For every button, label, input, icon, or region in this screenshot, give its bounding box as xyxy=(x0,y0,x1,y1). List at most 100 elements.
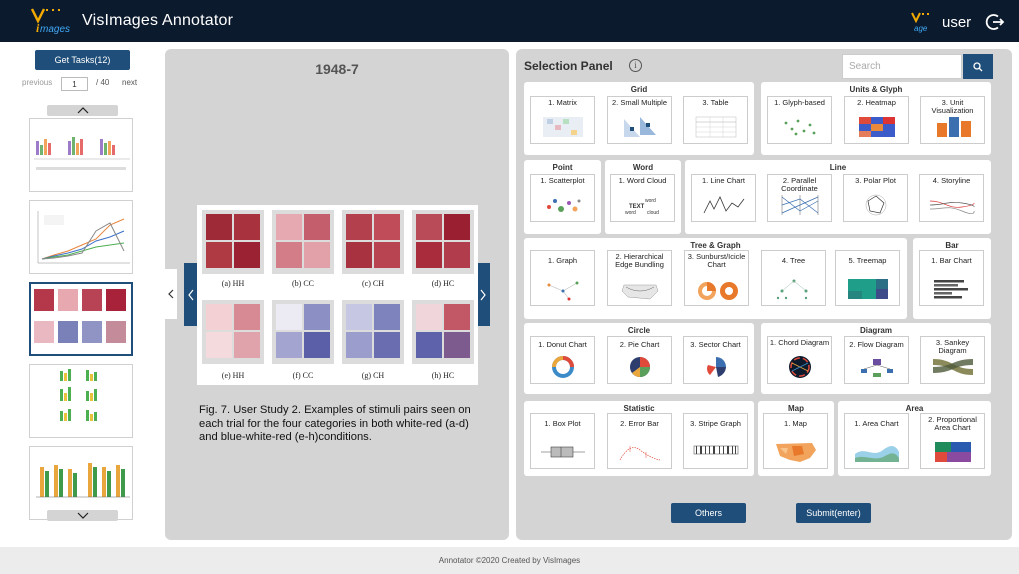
app-title: VisImages Annotator xyxy=(82,12,234,29)
parallel-coordinate-icon xyxy=(781,195,819,215)
stimulus-e xyxy=(202,300,264,364)
card-flow-diagram[interactable]: 2. Flow Diagram xyxy=(844,336,909,384)
card-box-plot[interactable]: 1. Box Plot xyxy=(530,413,595,469)
card-stripe-graph[interactable]: 3. Stripe Graph xyxy=(683,413,748,469)
panel-title: Selection Panel xyxy=(524,59,613,73)
card-chord-diagram[interactable]: 1. Chord Diagram xyxy=(767,336,832,384)
card-tree[interactable]: 4. Tree xyxy=(761,250,826,306)
card-label: 3. Unit Visualization xyxy=(931,98,974,115)
card-label: 5. Treemap xyxy=(848,256,887,265)
graph-icon xyxy=(547,281,579,301)
tree-icon xyxy=(776,279,808,300)
edge-bundling-icon xyxy=(621,284,659,300)
group-area: Area 1. Area Chart 2. Proportional Area … xyxy=(838,401,991,476)
card-label: 2. Hierarchical Edge Bundling xyxy=(615,252,664,269)
group-units-glyph: Units & Glyph 1. Glyph-based 2. Heatmap … xyxy=(761,82,991,155)
card-map[interactable]: 1. Map xyxy=(763,413,828,469)
prev-image-button[interactable] xyxy=(184,263,198,326)
card-label: 1. Glyph-based xyxy=(774,98,825,107)
info-icon[interactable]: i xyxy=(629,59,642,72)
card-parallel-coordinate[interactable]: 2. Parallel Coordinate xyxy=(767,174,832,222)
label-d: (d) HC xyxy=(431,279,455,288)
card-table[interactable]: 3. Table xyxy=(683,96,748,144)
group-title: Tree & Graph xyxy=(690,241,741,250)
group-title: Map xyxy=(788,404,804,413)
group-title: Point xyxy=(552,163,573,172)
map-icon xyxy=(776,443,816,462)
group-point: Point 1. Scatterplot xyxy=(524,160,601,234)
search-button[interactable] xyxy=(963,54,993,79)
bar-chart-icon xyxy=(934,280,968,299)
get-tasks-button[interactable]: Get Tasks(12) xyxy=(35,50,130,70)
card-unit-visualization[interactable]: 3. Unit Visualization xyxy=(920,96,985,144)
collapse-sidebar-button[interactable] xyxy=(165,269,177,319)
thumbnail-3-selected[interactable] xyxy=(29,282,133,356)
card-heatmap[interactable]: 2. Heatmap xyxy=(844,96,909,144)
chord-diagram-icon xyxy=(789,356,811,378)
next-link[interactable]: next xyxy=(122,78,137,87)
card-label: 1. Donut Chart xyxy=(538,340,587,349)
card-small-multiple[interactable]: 2. Small Multiple xyxy=(607,96,672,144)
search-input[interactable] xyxy=(842,54,962,79)
card-proportional-area-chart[interactable]: 2. Proportional Area Chart xyxy=(920,413,985,469)
card-donut-chart[interactable]: 1. Donut Chart xyxy=(530,336,595,384)
card-treemap[interactable]: 5. Treemap xyxy=(835,250,900,306)
card-label: 1. Matrix xyxy=(548,98,577,107)
card-error-bar[interactable]: 2. Error Bar xyxy=(607,413,672,469)
others-button[interactable]: Others xyxy=(671,503,746,523)
card-sector-chart[interactable]: 3. Sector Chart xyxy=(683,336,748,384)
card-label: 3. Table xyxy=(702,98,729,107)
card-area-chart[interactable]: 1. Area Chart xyxy=(844,413,909,469)
scroll-up-button[interactable] xyxy=(47,105,118,116)
card-glyph-based[interactable]: 1. Glyph-based xyxy=(767,96,832,144)
card-label: 3. Sector Chart xyxy=(690,340,741,349)
sector-chart-icon xyxy=(707,357,726,377)
pie-chart-icon xyxy=(630,357,650,377)
card-line-chart[interactable]: 1. Line Chart xyxy=(691,174,756,222)
card-label: 2. Flow Diagram xyxy=(849,340,904,349)
stripe-graph-icon xyxy=(693,445,739,455)
card-label: 1. Graph xyxy=(547,256,578,265)
card-pie-chart[interactable]: 2. Pie Chart xyxy=(607,336,672,384)
previous-link[interactable]: previous xyxy=(22,78,52,87)
label-a: (a) HH xyxy=(221,279,245,288)
card-label: 2. Proportional Area Chart xyxy=(928,415,977,432)
thumbnail-5[interactable] xyxy=(29,446,133,520)
group-title: Word xyxy=(632,163,654,172)
proportional-area-icon xyxy=(935,442,971,462)
card-hierarchical-edge-bundling[interactable]: 2. Hierarchical Edge Bundling xyxy=(607,250,672,306)
group-word: Word 1. Word Cloud word TEXT word cloud xyxy=(605,160,681,234)
card-sunburst-icicle[interactable]: 3. Sunburst/Icicle Chart xyxy=(684,250,749,306)
card-bar-chart[interactable]: 1. Bar Chart xyxy=(919,250,984,306)
thumbnail-chart xyxy=(36,463,130,498)
next-image-button[interactable] xyxy=(476,263,490,326)
page-input[interactable] xyxy=(61,77,88,91)
thumbnail-4[interactable] xyxy=(29,364,133,438)
card-label: 2. Pie Chart xyxy=(619,340,660,349)
thumbnail-1[interactable] xyxy=(29,118,133,192)
label-g: (g) CH xyxy=(361,371,385,380)
user-logo: age xyxy=(911,12,929,33)
group-title: Diagram xyxy=(859,326,892,335)
card-word-cloud[interactable]: 1. Word Cloud word TEXT word cloud xyxy=(610,174,675,222)
group-title: Area xyxy=(905,404,924,413)
scroll-down-button[interactable] xyxy=(47,510,118,521)
figure-image: (a) HH (b) CC (c) CH (d) HC (e) HH (f) C… xyxy=(197,205,478,385)
card-sankey-diagram[interactable]: 3. Sankey Diagram xyxy=(920,336,985,384)
group-title: Bar xyxy=(945,241,959,250)
card-scatterplot[interactable]: 1. Scatterplot xyxy=(530,174,595,222)
matrix-icon xyxy=(543,117,583,137)
user-name[interactable]: user xyxy=(942,14,971,31)
card-polar-plot[interactable]: 3. Polar Plot xyxy=(843,174,908,222)
card-graph[interactable]: 1. Graph xyxy=(530,250,595,306)
card-matrix[interactable]: 1. Matrix xyxy=(530,96,595,144)
chevron-down-icon xyxy=(77,512,88,519)
thumbnail-2[interactable] xyxy=(29,200,133,274)
submit-button[interactable]: Submit(enter) xyxy=(796,503,871,523)
page-total: / 40 xyxy=(96,78,110,87)
card-storyline[interactable]: 4. Storyline xyxy=(919,174,984,222)
card-label: 3. Stripe Graph xyxy=(690,419,741,428)
chevron-right-icon xyxy=(480,289,486,300)
logout-icon[interactable] xyxy=(985,12,1005,32)
card-label: 1. Area Chart xyxy=(854,419,899,428)
